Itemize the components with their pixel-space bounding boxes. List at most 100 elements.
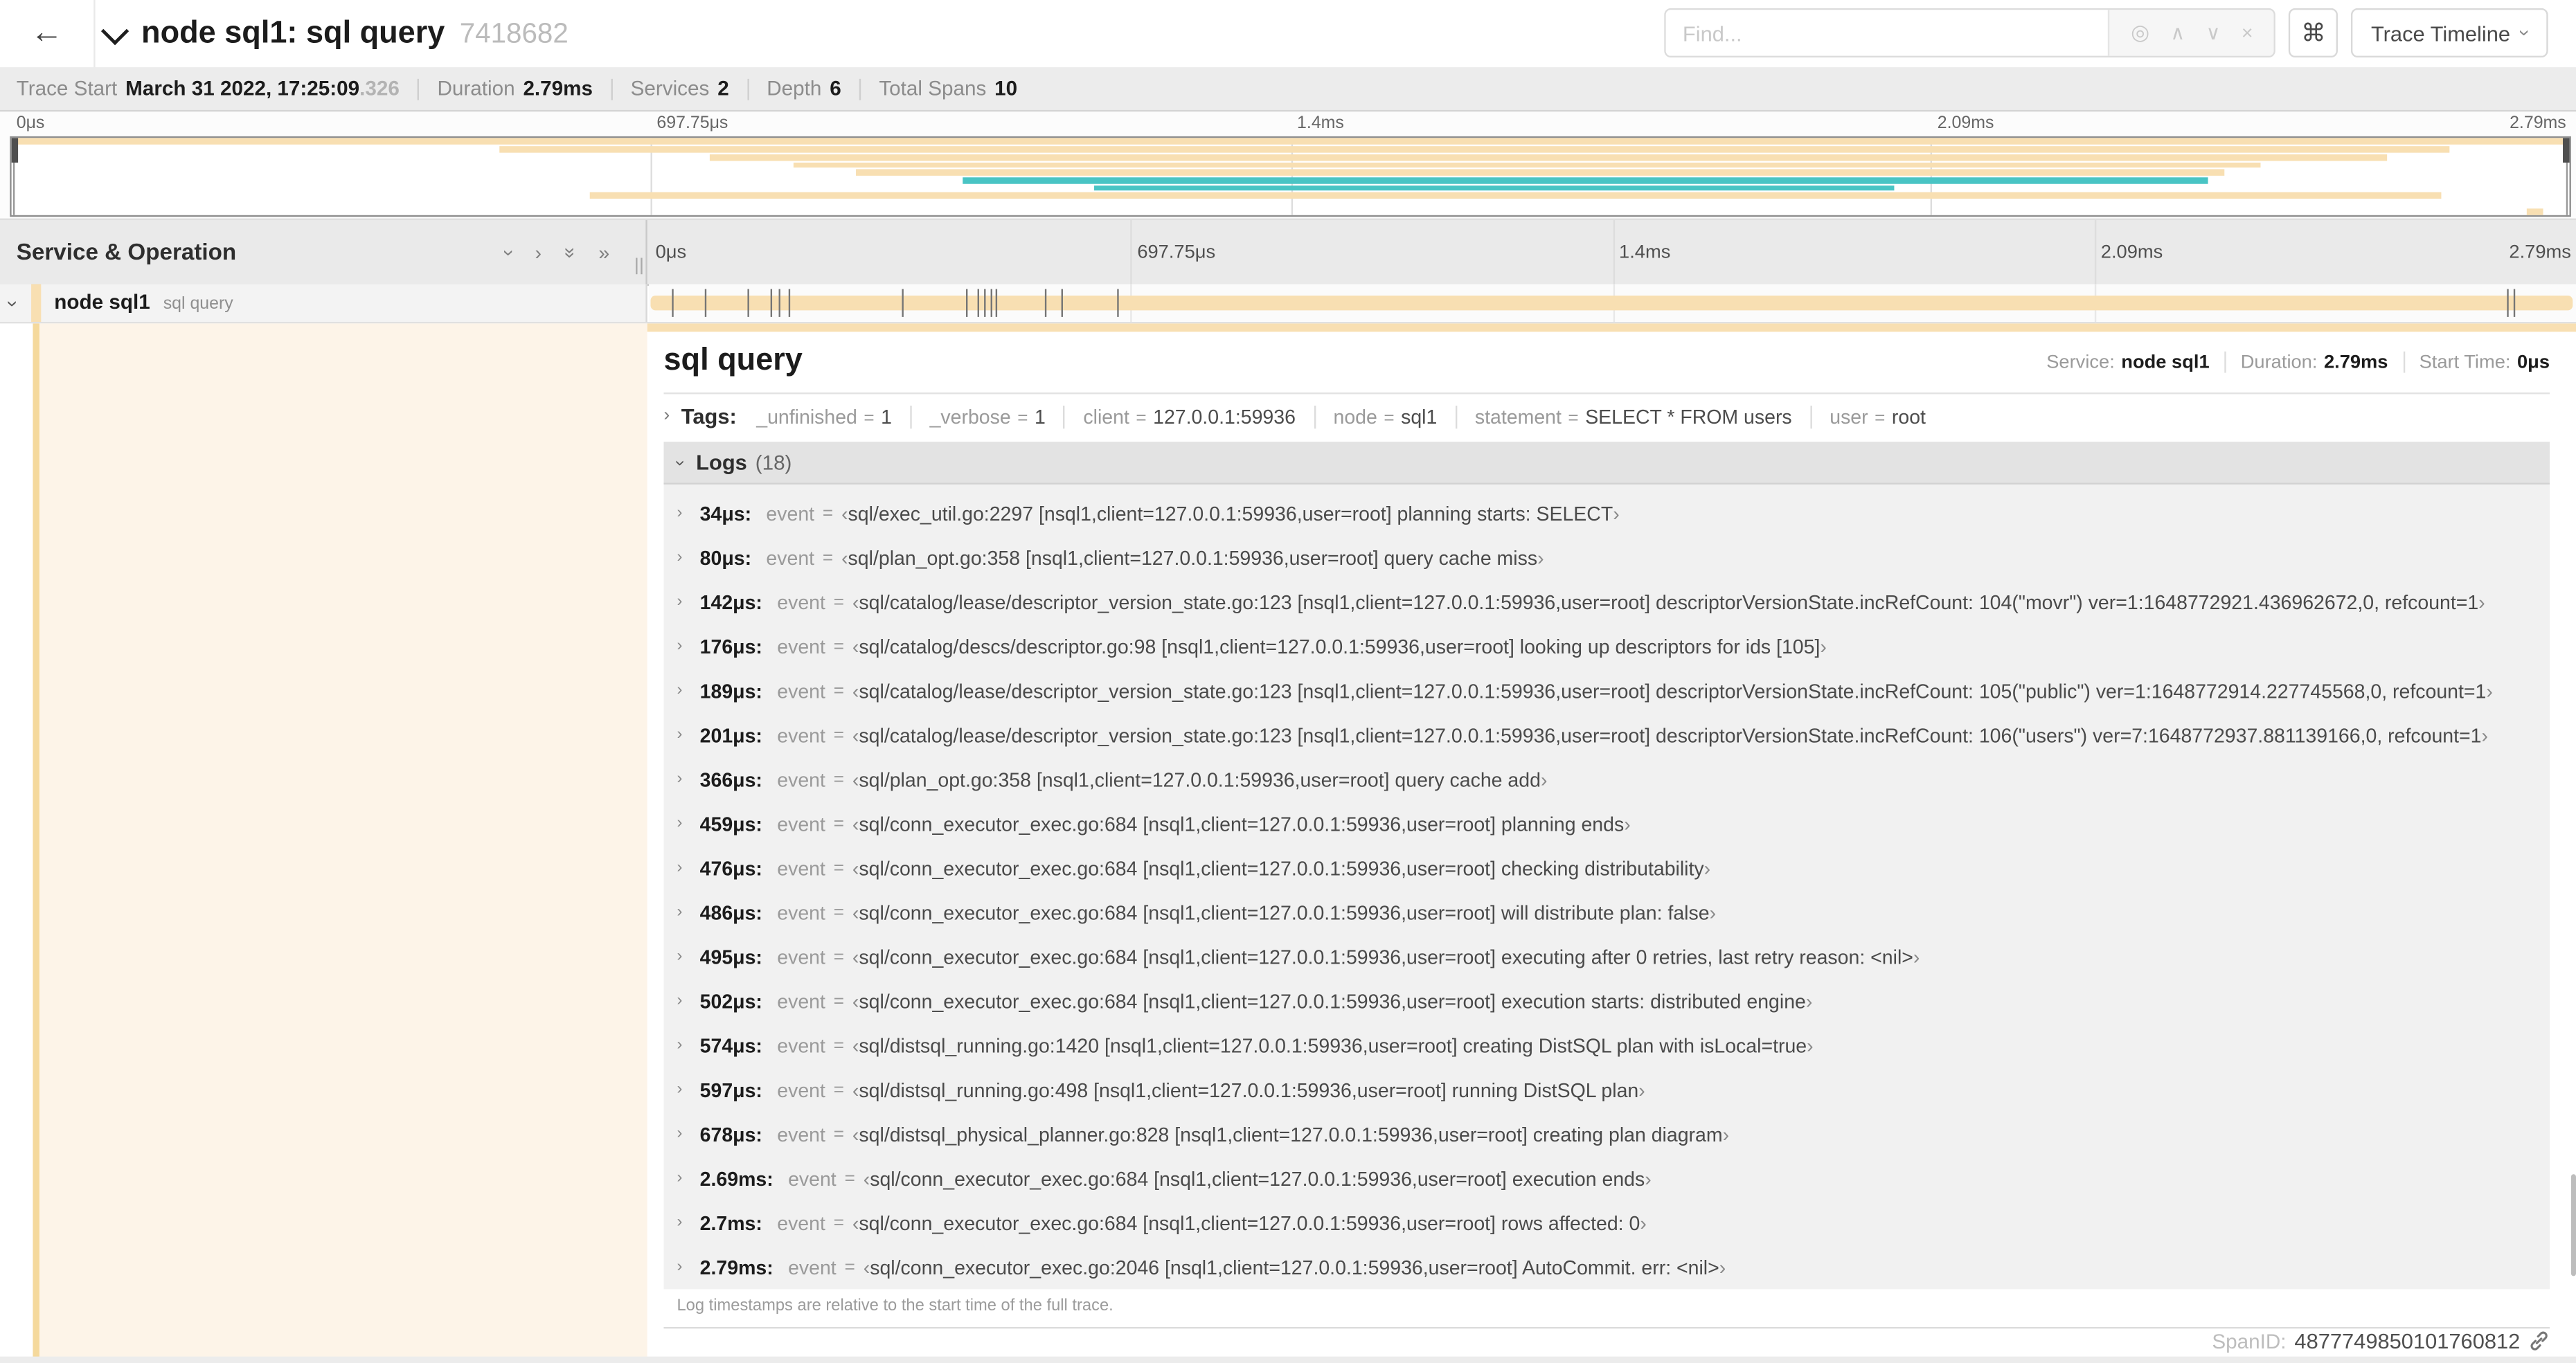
chevron-right-icon: › — [677, 725, 683, 744]
log-row[interactable]: › 459μs: event = ‹ sql/conn_executor_exec.go:… — [663, 802, 2550, 846]
log-row[interactable]: › 176μs: event = ‹ sql/catalog/descs/descript… — [663, 624, 2550, 669]
log-row[interactable]: › 142μs: event = ‹ sql/catalog/lease/descript… — [663, 579, 2550, 624]
log-row[interactable]: › 495μs: event = ‹ sql/conn_executor_exec.go:… — [663, 935, 2550, 979]
tags-section[interactable]: › Tags: _unfinished = 1 _verbose = 1 client = 12… — [663, 394, 2576, 438]
link-icon[interactable] — [2528, 1330, 2550, 1352]
tag: statement = SELECT * FROM users — [1455, 404, 1809, 428]
log-timestamp: 189μs: — [699, 679, 762, 703]
log-marker — [977, 289, 980, 317]
log-marker — [1045, 289, 1047, 317]
log-row[interactable]: › 2.79ms: event = ‹ sql/conn_executor_exec.go… — [663, 1245, 2550, 1289]
left-scrubber[interactable] — [11, 138, 20, 215]
log-marker — [779, 289, 781, 317]
log-row[interactable]: › 502μs: event = ‹ sql/conn_executor_exec.go:… — [663, 979, 2550, 1023]
log-key: event — [766, 501, 815, 525]
chevron-down-icon: › — [2513, 29, 2537, 37]
chevron-right-icon: › — [677, 504, 683, 523]
log-row[interactable]: › 2.7ms: event = ‹ sql/conn_executor_exec.go:… — [663, 1200, 2550, 1245]
log-row[interactable]: › 80μs: event = ‹ sql/plan_opt.go:358 [nsql1,… — [663, 535, 2550, 579]
scrollbar-thumb[interactable] — [2570, 1174, 2576, 1276]
duration-label: Duration: — [2240, 352, 2318, 372]
find-input[interactable] — [1666, 10, 2109, 56]
log-value: sql/catalog/lease/descriptor_version_sta… — [859, 723, 2482, 747]
log-row[interactable]: › 574μs: event = ‹ sql/distsql_running.go:142… — [663, 1023, 2550, 1067]
span-indent-column — [0, 323, 647, 1363]
chevron-right-icon: › — [677, 814, 683, 833]
keyboard-shortcuts-button[interactable]: ⌘ — [2289, 8, 2338, 58]
timeline-tick-label: 697.75μs — [1137, 242, 1216, 262]
expand-one-icon[interactable]: › — [535, 242, 542, 262]
back-button[interactable]: ← — [0, 0, 96, 68]
log-timestamp: 597μs: — [699, 1078, 762, 1101]
log-row[interactable]: › 678μs: event = ‹ sql/distsql_physical_plann… — [663, 1112, 2550, 1156]
log-timestamp: 34μs: — [699, 501, 752, 525]
log-value: sql/conn_executor_exec.go:684 [nsql1,cli… — [859, 1211, 1640, 1234]
minimap-span-bar — [794, 161, 2260, 168]
expand-all-icon[interactable]: » — [598, 242, 609, 262]
timeline-grid-header: Service & Operation › › » » 0μs 697.75μs 1… — [0, 218, 2576, 286]
log-marker — [984, 289, 987, 317]
column-resizer[interactable] — [636, 258, 643, 275]
collapse-one-icon[interactable]: › — [497, 249, 520, 255]
minimap-canvas[interactable] — [10, 136, 2571, 217]
log-value: sql/catalog/descs/descriptor.go:98 [nsql… — [859, 634, 1821, 658]
log-marker — [995, 289, 998, 317]
minimap-span-bar — [710, 154, 2388, 161]
span-row-timeline[interactable] — [649, 284, 2576, 322]
log-key: event — [777, 679, 825, 703]
log-row[interactable]: › 597μs: event = ‹ sql/distsql_running.go:498… — [663, 1067, 2550, 1112]
log-row[interactable]: › 2.69ms: event = ‹ sql/conn_executor_exec.go… — [663, 1156, 2550, 1200]
timeline-ruler: 0μs 697.75μs 1.4ms 2.09ms 2.79ms — [649, 219, 2576, 285]
logs-header[interactable]: › Logs (18) — [663, 442, 2550, 485]
trace-summary: Trace Start March 31 2022, 17:25:09.326 Du… — [0, 67, 2576, 112]
next-result-icon[interactable]: ∨ — [2206, 21, 2221, 44]
timeline-tick-label: 2.79ms — [2509, 242, 2571, 262]
chevron-down-icon: › — [670, 459, 690, 466]
log-row[interactable]: › 189μs: event = ‹ sql/catalog/lease/descript… — [663, 669, 2550, 713]
timeline-tick-label: 697.75μs — [656, 113, 728, 134]
logs-label: Logs — [696, 450, 747, 475]
right-scrubber[interactable] — [2561, 138, 2570, 215]
clear-search-icon[interactable]: × — [2242, 21, 2253, 44]
minimap-span-row — [12, 169, 2570, 177]
timeline-tick-label: 2.79ms — [2510, 113, 2566, 134]
find-actions: ◎ ∧ ∨ × — [2108, 10, 2274, 56]
log-row[interactable]: › 486μs: event = ‹ sql/conn_executor_exec.go:… — [663, 890, 2550, 935]
minimap-span-row — [12, 184, 2570, 192]
log-timestamp: 142μs: — [699, 590, 762, 614]
log-row[interactable]: › 34μs: event = ‹ sql/exec_util.go:2297 [nsql… — [663, 491, 2550, 535]
summary-item: Total Spans 10 — [879, 77, 1018, 100]
log-value: sql/conn_executor_exec.go:684 [nsql1,cli… — [859, 901, 1710, 924]
span-log-ticks — [649, 284, 2576, 322]
collapse-all-icon[interactable]: » — [559, 246, 582, 258]
log-marker — [746, 289, 749, 317]
chevron-right-icon: › — [677, 991, 683, 1011]
minimap-span-bar — [500, 146, 2449, 153]
summary-item: Services 2 — [630, 77, 729, 100]
summary-separator — [746, 78, 749, 100]
log-timestamp: 2.69ms: — [699, 1166, 773, 1190]
span-row-name-column[interactable]: › node sql1 sql query — [0, 284, 647, 322]
match-target-icon[interactable]: ◎ — [2131, 19, 2149, 46]
timeline-tick-label: 0μs — [16, 113, 45, 134]
log-timestamp: 495μs: — [699, 945, 762, 968]
log-row[interactable]: › 366μs: event = ‹ sql/plan_opt.go:358 [nsql1… — [663, 757, 2550, 802]
summary-item: Duration 2.79ms — [437, 77, 593, 100]
collapse-trace-chevron-icon[interactable] — [100, 17, 129, 46]
span-row[interactable]: › node sql1 sql query — [0, 284, 2576, 324]
log-value: sql/exec_util.go:2297 [nsql1,client=127.… — [848, 501, 1613, 525]
span-id-label: SpanID: — [2212, 1329, 2287, 1353]
chevron-down-icon[interactable]: › — [1, 300, 24, 306]
prev-result-icon[interactable]: ∧ — [2170, 21, 2185, 44]
logs-count: (18) — [755, 451, 792, 474]
trace-view-selector[interactable]: Trace Timeline › — [2351, 8, 2548, 58]
chevron-right-icon: › — [677, 1258, 683, 1276]
summary-separator — [859, 78, 861, 100]
summary-item: Depth 6 — [767, 77, 841, 100]
log-row[interactable]: › 476μs: event = ‹ sql/conn_executor_exec.go:… — [663, 846, 2550, 890]
log-marker — [1117, 289, 1119, 317]
detail-meta: Service: node sql1 Duration: 2.79ms Star… — [2046, 351, 2550, 373]
log-row[interactable]: › 201μs: event = ‹ sql/catalog/lease/descript… — [663, 713, 2550, 757]
chevron-right-icon: › — [663, 405, 670, 426]
log-value: sql/conn_executor_exec.go:2046 [nsql1,cl… — [870, 1255, 1719, 1279]
